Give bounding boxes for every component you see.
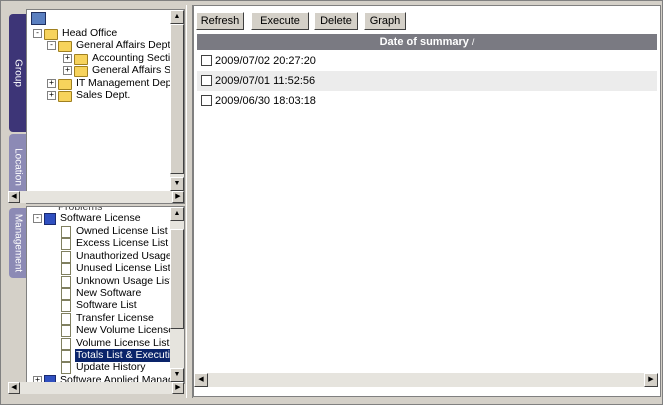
tree-item-label: Volume License List <box>76 336 170 349</box>
document-icon <box>61 312 71 325</box>
content-hscrollbar[interactable]: ◀ ▶ <box>194 373 658 387</box>
tree-item-label: Totals List & Execution <box>75 349 183 362</box>
management-tree-pane: Problems - Software License Owned License… <box>26 206 185 384</box>
tree-item[interactable]: Unauthorized Usage Li <box>61 250 184 263</box>
scroll-down-icon[interactable]: ▼ <box>170 177 184 191</box>
tree-item[interactable]: New Volume License <box>61 324 175 338</box>
management-tree-vscrollbar[interactable]: ▲ ▼ <box>170 207 184 382</box>
tree-item[interactable]: - Software License <box>33 212 142 225</box>
tab-management[interactable]: Management <box>9 208 26 278</box>
tree-item-label: Owned License List <box>76 225 168 237</box>
group-tree-vscrollbar[interactable]: ▲ ▼ <box>170 10 184 191</box>
license-book-icon <box>44 213 56 225</box>
tree-item-label: Unknown Usage List <box>76 274 173 287</box>
tree-item-label: New Software <box>76 287 142 299</box>
collapse-icon[interactable]: - <box>33 214 42 223</box>
collapse-icon[interactable]: - <box>47 41 56 50</box>
expand-icon[interactable]: + <box>47 79 56 88</box>
tree-item-label: Unused License List <box>76 262 171 275</box>
document-icon <box>61 238 71 251</box>
expand-icon[interactable]: + <box>63 54 72 63</box>
pane-splitter[interactable] <box>186 5 193 398</box>
sort-indicator-icon: / <box>471 37 475 47</box>
computer-icon <box>31 12 46 25</box>
row-date: 2009/07/02 20:27:20 <box>215 55 316 67</box>
column-header-date-of-summary[interactable]: Date of summary / <box>197 34 657 50</box>
tree-item-label: Software List <box>76 299 137 312</box>
scroll-right-icon[interactable]: ▶ <box>172 191 184 203</box>
tab-group-label: Group <box>12 59 23 87</box>
scroll-up-icon[interactable]: ▲ <box>170 207 184 221</box>
tree-item-label: Unauthorized Usage Li <box>76 249 183 262</box>
tab-management-label: Management <box>12 213 23 273</box>
collapse-icon[interactable]: - <box>33 29 42 38</box>
tree-item-label: New Volume License <box>76 324 175 337</box>
scroll-left-icon[interactable]: ◀ <box>194 373 208 387</box>
tree-item[interactable]: New Software <box>61 287 142 300</box>
scroll-left-icon[interactable]: ◀ <box>8 382 20 394</box>
graph-button[interactable]: Graph <box>364 12 406 30</box>
row-date: 2009/07/01 11:52:56 <box>215 75 316 87</box>
document-icon <box>61 350 71 362</box>
tab-location-label: Location <box>12 148 23 186</box>
folder-icon <box>58 91 72 102</box>
folder-icon <box>58 41 72 52</box>
row-checkbox[interactable] <box>201 94 212 106</box>
tree-item[interactable]: + General Affairs Sec <box>63 64 183 77</box>
refresh-button[interactable]: Refresh <box>196 12 244 30</box>
table-row[interactable]: 2009/07/02 20:27:20 <box>197 51 657 71</box>
document-icon <box>61 362 71 375</box>
group-tree-pane: - Head Office - General Affairs Dept. + Acc… <box>26 9 185 204</box>
tree-item[interactable]: Unused License List <box>61 262 172 276</box>
tree-item[interactable]: Totals List & Execution <box>61 349 183 362</box>
scroll-thumb[interactable] <box>170 24 184 174</box>
tree-item-label: Excess License List <box>76 237 169 250</box>
tree-item-label: Transfer License <box>76 311 154 324</box>
tree-item-label: Sales Dept. <box>76 89 131 101</box>
row-checkbox[interactable] <box>201 74 212 86</box>
document-icon <box>61 226 71 238</box>
scroll-right-icon[interactable]: ▶ <box>644 373 658 387</box>
tree-item[interactable]: Volume License List <box>61 337 170 350</box>
scroll-down-icon[interactable]: ▼ <box>170 368 184 382</box>
column-header-label: Date of summary <box>379 36 469 48</box>
document-icon <box>61 263 71 276</box>
execute-button[interactable]: Execute <box>251 12 309 30</box>
document-icon <box>61 250 71 263</box>
tab-group[interactable]: Group <box>9 14 26 132</box>
tree-item[interactable]: + Sales Dept. <box>47 89 131 102</box>
tree-item[interactable]: Excess License List <box>61 237 169 251</box>
tree-item[interactable]: Software List <box>61 299 138 313</box>
tree-item-label: Software License <box>60 212 141 224</box>
tree-item[interactable]: Owned License List <box>61 225 169 238</box>
tree-item[interactable]: Update History <box>61 361 146 375</box>
tree-item[interactable]: - General Affairs Dept. <box>47 39 174 52</box>
document-icon <box>61 288 71 300</box>
expand-icon[interactable]: + <box>63 66 72 75</box>
row-checkbox[interactable] <box>201 54 212 66</box>
delete-button[interactable]: Delete <box>314 12 358 30</box>
document-icon <box>61 325 71 338</box>
tree-item-label: Update History <box>76 361 146 374</box>
scroll-up-icon[interactable]: ▲ <box>170 10 184 24</box>
table-row[interactable]: 2009/07/01 11:52:56 <box>197 71 657 91</box>
document-icon <box>61 337 71 350</box>
tree-item-label: General Affairs Dept. <box>76 39 174 51</box>
document-icon <box>61 300 71 313</box>
scroll-right-icon[interactable]: ▶ <box>172 382 184 394</box>
folder-icon <box>74 66 88 77</box>
expand-icon[interactable]: + <box>47 91 56 100</box>
scroll-thumb[interactable] <box>170 229 184 329</box>
tree-item[interactable]: Unknown Usage List <box>61 275 173 288</box>
scroll-left-icon[interactable]: ◀ <box>8 191 20 203</box>
document-icon <box>61 275 71 288</box>
tree-item[interactable]: Transfer License <box>61 312 155 325</box>
management-tree-hscrollbar[interactable]: ◀ ▶ <box>8 382 184 394</box>
table-row[interactable]: 2009/06/30 18:03:18 <box>197 91 657 111</box>
group-tree-hscrollbar[interactable]: ◀ ▶ <box>8 191 184 203</box>
row-date: 2009/06/30 18:03:18 <box>215 95 316 107</box>
